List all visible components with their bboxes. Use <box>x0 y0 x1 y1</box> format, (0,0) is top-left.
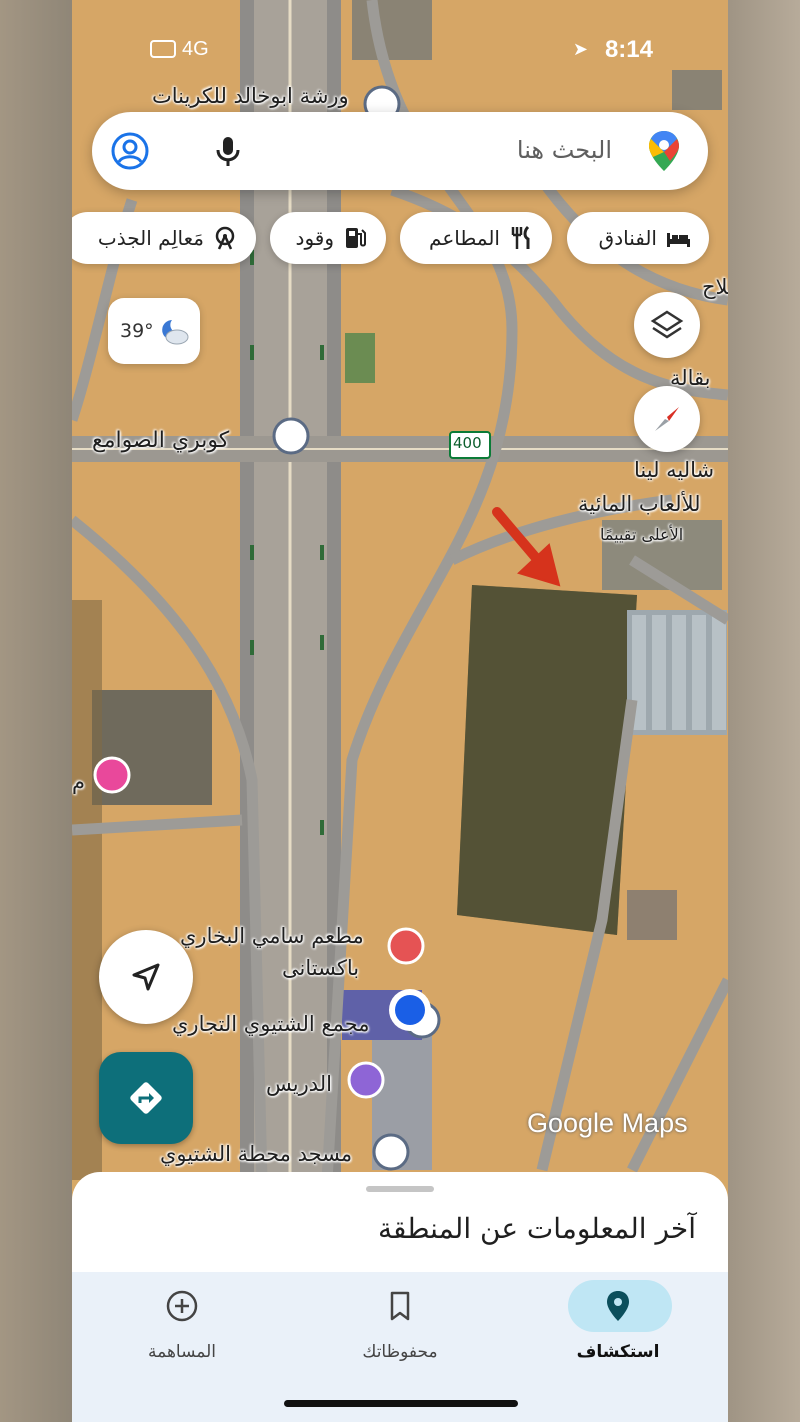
category-chips: الفنادق المطاعم وقود مَعالِم الجذب <box>72 212 728 268</box>
weather-temperature: 39° <box>120 320 154 342</box>
map-label-mall[interactable]: مجمع الشتيوي التجاري <box>172 1012 370 1036</box>
layers-button[interactable] <box>634 292 700 358</box>
add-circle-icon <box>166 1290 198 1322</box>
map-label-chalet-2[interactable]: للألعاب المائية <box>578 492 701 516</box>
map-label-chalet-3: الأعلى تقييمًا <box>600 525 684 544</box>
my-location-button[interactable] <box>99 930 193 1024</box>
network-indicator: 4G <box>182 38 209 60</box>
chip-fuel-label: وقود <box>295 226 334 250</box>
tab-saved-label: محفوظاتك <box>362 1342 438 1362</box>
layers-icon <box>650 310 684 339</box>
microphone-icon[interactable] <box>210 133 246 169</box>
map-label-farm[interactable]: بة الفلاح <box>702 275 728 299</box>
current-location-dot <box>395 995 425 1025</box>
sheet-drag-handle[interactable] <box>366 1186 434 1192</box>
chip-restaurants-label: المطاعم <box>429 226 500 250</box>
status-time: 8:14 <box>604 36 653 63</box>
ferris-wheel-icon <box>215 226 235 250</box>
chip-attractions-label: مَعالِم الجذب <box>97 226 204 250</box>
location-arrow-icon: ➤ <box>572 39 588 59</box>
google-maps-logo-icon <box>649 131 679 171</box>
phone-screen: ورشة ابوخالد للكرينات كوبري الصوامع 400 … <box>72 0 728 1422</box>
map-label-workshop[interactable]: ورشة ابوخالد للكرينات <box>152 84 349 108</box>
compass-icon <box>655 407 679 431</box>
map-label-mosque[interactable]: مسجد محطة الشتيوي <box>160 1142 352 1166</box>
account-icon[interactable] <box>110 131 150 171</box>
chip-attractions[interactable]: مَعالِم الجذب <box>72 212 256 264</box>
chip-hotels[interactable]: الفنادق <box>567 212 709 264</box>
partly-cloudy-icon <box>162 320 189 345</box>
tab-explore[interactable]: استكشاف <box>528 1272 708 1382</box>
map-label-restaurant[interactable]: مطعم سامي البخاري <box>180 924 364 948</box>
navigation-arrow-icon <box>132 963 160 991</box>
compass-button[interactable] <box>634 386 700 452</box>
chip-hotels-label: الفنادق <box>598 226 657 250</box>
map-label-fuel-station[interactable]: الدريس <box>266 1072 332 1096</box>
map-label-bridge[interactable]: كوبري الصوامع <box>92 428 229 453</box>
sheet-title: آخر المعلومات عن المنطقة <box>378 1212 696 1245</box>
location-pin-icon <box>607 1291 629 1321</box>
bookmark-icon <box>390 1291 410 1321</box>
fork-knife-icon <box>511 225 530 249</box>
map-label-partial: م <box>72 770 86 794</box>
fuel-icon <box>346 228 366 248</box>
google-maps-watermark: Google Maps <box>527 1108 688 1138</box>
battery-icon <box>150 40 176 58</box>
chip-fuel[interactable]: وقود <box>270 212 386 264</box>
tab-explore-label: استكشاف <box>576 1342 660 1362</box>
map-label-chalet-1[interactable]: شاليه لينا <box>634 458 714 482</box>
home-indicator[interactable] <box>284 1400 518 1407</box>
bed-icon <box>667 233 690 247</box>
tab-contribute-label: المساهمة <box>148 1342 216 1362</box>
weather-widget[interactable]: 39° <box>108 298 200 364</box>
map-label-restaurant-2[interactable]: باكستانى <box>282 956 359 980</box>
status-bar: 4G ➤ 8:14 <box>72 30 728 70</box>
search-placeholder[interactable]: البحث هنا <box>517 136 612 164</box>
search-bar[interactable]: البحث هنا <box>92 112 708 190</box>
directions-button[interactable] <box>99 1052 193 1144</box>
tab-contribute[interactable]: المساهمة <box>92 1272 272 1382</box>
tab-saved[interactable]: محفوظاتك <box>310 1272 490 1382</box>
road-number-400: 400 <box>453 434 482 452</box>
directions-icon <box>130 1082 162 1114</box>
chip-restaurants[interactable]: المطاعم <box>400 212 552 264</box>
